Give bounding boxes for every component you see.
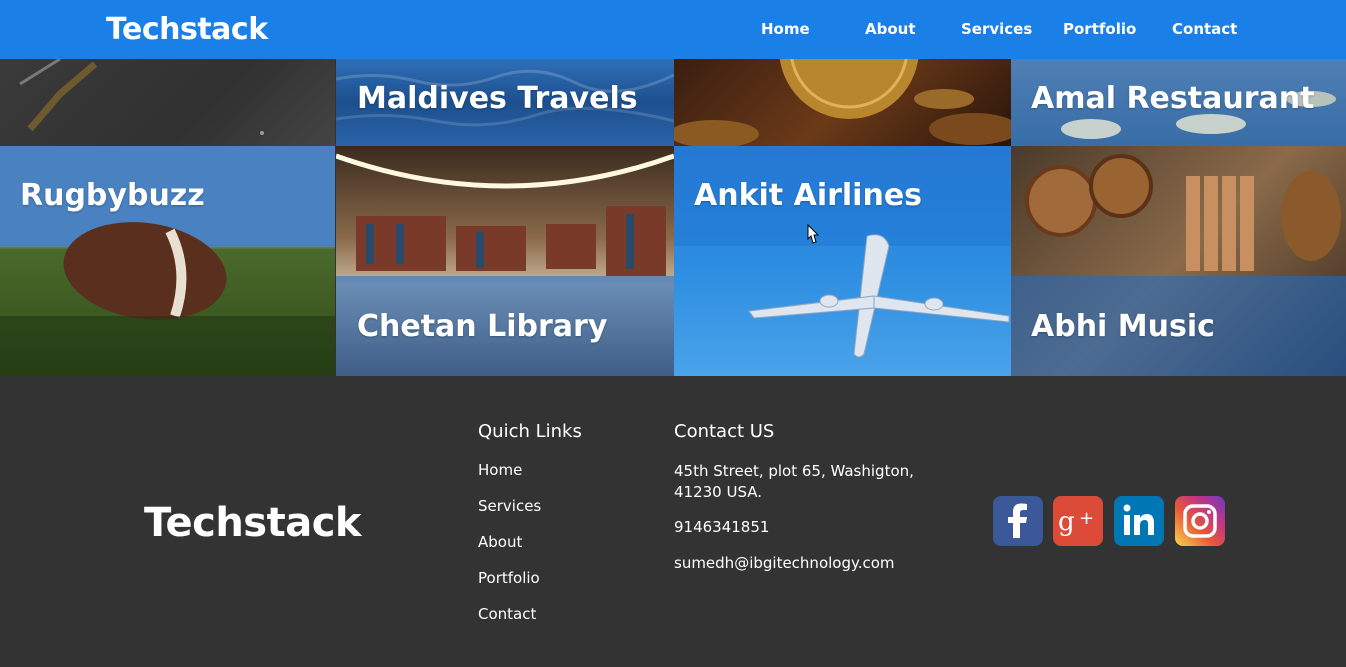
footer: Techstack Quich Links Home Services Abou…	[0, 376, 1346, 667]
facebook-icon[interactable]	[993, 496, 1043, 546]
quick-links-heading: Quich Links	[478, 421, 582, 442]
instagram-icon[interactable]	[1175, 496, 1225, 546]
nav-link-portfolio[interactable]: Portfolio	[1063, 20, 1136, 38]
portfolio-tile-library[interactable]: Chetan Library	[336, 146, 674, 376]
nav-link-home[interactable]: Home	[761, 20, 810, 38]
nav-link-services[interactable]: Services	[961, 20, 1032, 38]
portfolio-tile-watch[interactable]	[0, 59, 335, 146]
footer-link-services[interactable]: Services	[478, 497, 541, 515]
portfolio-tile-rugby[interactable]: Rugbybuzz	[0, 146, 335, 376]
tile-title: Rugbybuzz	[20, 178, 205, 213]
portfolio-tile-airlines[interactable]: Ankit Airlines	[674, 146, 1011, 376]
contact-email[interactable]: sumedh@ibgitechnology.com	[674, 554, 895, 572]
portfolio-tile-maldives[interactable]: Maldives Travels	[336, 59, 674, 146]
watch-image	[0, 59, 335, 146]
bitcoin-image	[674, 59, 1011, 146]
linkedin-icon[interactable]	[1114, 496, 1164, 546]
portfolio-grid: Maldives Travels Amal Restaurant Rugbybu…	[0, 59, 1346, 376]
footer-brand[interactable]: Techstack	[144, 500, 362, 546]
cursor-icon	[807, 223, 820, 244]
google-plus-icon[interactable]: g +	[1053, 496, 1103, 546]
nav-links: Home About Services Portfolio Contact	[0, 20, 1346, 40]
footer-link-home[interactable]: Home	[478, 461, 522, 479]
portfolio-tile-restaurant[interactable]: Amal Restaurant	[1011, 59, 1346, 146]
tile-title: Abhi Music	[1031, 309, 1215, 344]
tile-title: Chetan Library	[357, 309, 608, 344]
portfolio-tile-music[interactable]: Abhi Music	[1011, 146, 1346, 376]
tile-title: Ankit Airlines	[694, 178, 923, 213]
footer-link-contact[interactable]: Contact	[478, 605, 536, 623]
contact-heading: Contact US	[674, 421, 775, 442]
svg-text:g: g	[1058, 507, 1075, 537]
footer-link-about[interactable]: About	[478, 533, 522, 551]
footer-link-portfolio[interactable]: Portfolio	[478, 569, 540, 587]
portfolio-tile-bitcoin[interactable]	[674, 59, 1011, 146]
tile-title: Amal Restaurant	[1031, 81, 1315, 116]
nav-link-about[interactable]: About	[865, 20, 916, 38]
navbar: Techstack Home About Services Portfolio …	[0, 0, 1346, 59]
tile-title: Maldives Travels	[357, 81, 638, 116]
svg-text:+: +	[1079, 508, 1094, 529]
contact-phone: 9146341851	[674, 518, 770, 536]
contact-address: 45th Street, plot 65, Washigton, 41230 U…	[674, 462, 914, 501]
nav-link-contact[interactable]: Contact	[1172, 20, 1237, 38]
